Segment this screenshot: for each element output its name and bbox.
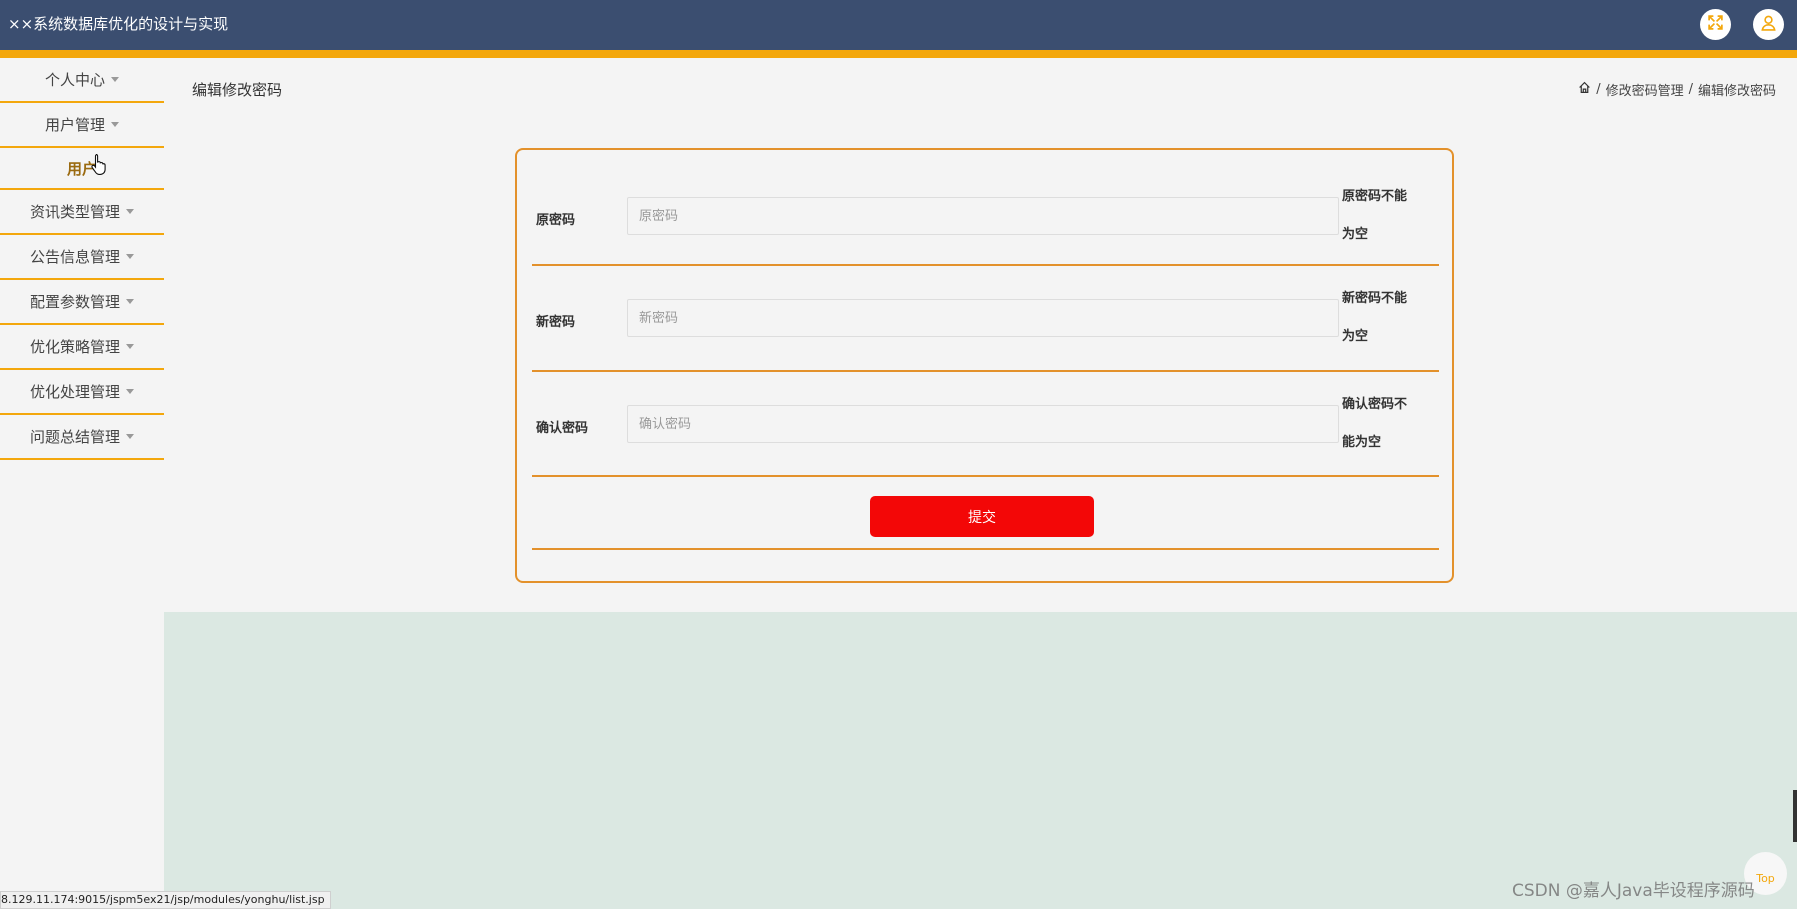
field-error-message: 确认密码不 能为空 [1342,397,1408,450]
sidebar-item-label: 个人中心 [44,71,105,89]
caret-down-icon [126,299,134,304]
field-error-message: 新密码不能 为空 [1342,291,1408,344]
form-row-new-password: 新密码 新密码不能 为空 [532,266,1439,372]
header-accent-stripe [0,50,1797,58]
fullscreen-button[interactable] [1700,9,1731,40]
sidebar-item-strategy-management[interactable]: 优化策略管理 [0,325,164,370]
caret-down-icon [126,389,134,394]
submit-button[interactable]: 提交 [870,496,1094,537]
expand-icon [1707,14,1724,35]
user-icon [1760,14,1777,35]
caret-down-icon [111,122,119,127]
form-row-old-password: 原密码 原密码不能 为空 [532,150,1439,266]
hand-cursor-icon [91,153,106,175]
old-password-input[interactable] [627,197,1339,235]
sidebar-item-config-management[interactable]: 配置参数管理 [0,280,164,325]
sidebar-item-label: 优化策略管理 [29,338,120,356]
sidebar-item-label: 公告信息管理 [29,248,120,266]
page-title: 编辑修改密码 [192,81,283,99]
sidebar-menu: 个人中心 用户管理 用户 资讯类型管理 公告信息管理 配置参数管理 优化策略管理… [0,58,164,460]
sidebar-item-label: 资讯类型管理 [29,203,120,221]
breadcrumb-item-current: 编辑修改密码 [1697,84,1776,99]
field-label: 原密码 [536,213,576,228]
top-header: ××系统数据库优化的设计与实现 [0,0,1797,50]
form-row-confirm-password: 确认密码 确认密码不 能为空 [532,372,1439,477]
home-icon[interactable] [1578,81,1591,98]
app-title: ××系统数据库优化的设计与实现 [8,15,229,33]
sidebar-item-announcement-management[interactable]: 公告信息管理 [0,235,164,280]
change-password-form: 原密码 原密码不能 为空 新密码 新密码不能 为空 确认密码 确认密码不 能为空… [515,148,1454,583]
sidebar-item-news-type-management[interactable]: 资讯类型管理 [0,190,164,235]
confirm-password-input[interactable] [627,405,1339,443]
breadcrumb: / 修改密码管理 / 编辑修改密码 [1578,80,1776,99]
sidebar-item-user-management[interactable]: 用户管理 [0,103,164,148]
caret-down-icon [111,77,119,82]
caret-down-icon [126,209,134,214]
field-error-message: 原密码不能 为空 [1342,189,1408,242]
sidebar-subitem-users[interactable]: 用户 [0,148,164,190]
user-menu-button[interactable] [1753,9,1784,40]
sidebar-item-processing-management[interactable]: 优化处理管理 [0,370,164,415]
sidebar-item-label: 问题总结管理 [29,428,120,446]
field-label: 确认密码 [536,421,589,436]
new-password-input[interactable] [627,299,1339,337]
watermark-text: CSDN @嘉人Java毕设程序源码 [1512,881,1755,901]
sidebar-item-issue-summary-management[interactable]: 问题总结管理 [0,415,164,460]
caret-down-icon [126,254,134,259]
field-label: 新密码 [536,315,576,330]
breadcrumb-item[interactable]: 修改密码管理 [1606,80,1684,99]
sidebar-item-profile[interactable]: 个人中心 [0,58,164,103]
sidebar-item-label: 配置参数管理 [29,293,120,311]
caret-down-icon [126,434,134,439]
scrollbar-thumb[interactable] [1793,790,1797,842]
content-background [164,612,1797,909]
caret-down-icon [126,344,134,349]
sidebar-item-label: 用户管理 [44,116,105,134]
sidebar-item-label: 优化处理管理 [29,383,120,401]
status-bar-url: 8.129.11.174:9015/jspm5ex21/jsp/modules/… [0,891,331,909]
